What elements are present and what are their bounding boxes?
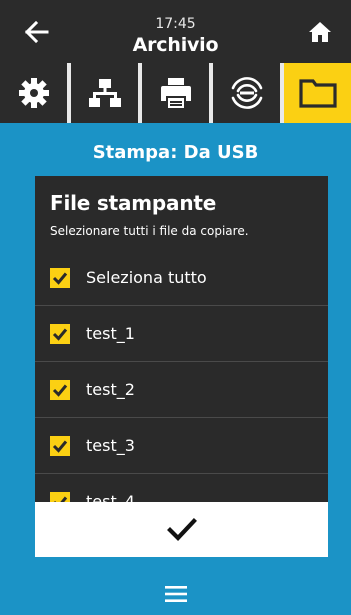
tab-wireless[interactable] (213, 63, 284, 123)
checkmark-icon (166, 517, 197, 541)
list-item-label: test_1 (86, 323, 135, 343)
home-icon (309, 22, 331, 42)
tab-settings[interactable] (0, 63, 71, 123)
tab-network[interactable] (71, 63, 142, 123)
list-item-file[interactable]: test_1 (35, 306, 328, 361)
home-button[interactable] (305, 17, 335, 47)
hamburger-menu-icon (164, 586, 187, 602)
tab-print[interactable] (142, 63, 213, 123)
tab-storage[interactable] (284, 63, 351, 123)
panel-title: File stampante (50, 191, 217, 215)
wireless-icon (231, 77, 262, 109)
tab-bar (0, 63, 351, 123)
checkbox-checked-icon[interactable] (50, 379, 70, 400)
checkbox-checked-icon[interactable] (50, 491, 70, 502)
gear-icon (18, 78, 49, 108)
screen: 17:45 Archivio Stampa: Da USB File stamp… (0, 0, 351, 615)
list-item-label: test_4 (86, 491, 135, 503)
list-item-label: Seleziona tutto (86, 267, 207, 287)
panel-subtitle: Selezionare tutti i file da copiare. (50, 224, 249, 238)
checkbox-checked-icon[interactable] (50, 323, 70, 344)
confirm-button[interactable] (35, 502, 328, 557)
list-item-file[interactable]: test_4 (35, 474, 328, 502)
page-title: Archivio (132, 34, 219, 56)
checkbox-checked-icon[interactable] (50, 435, 70, 456)
checkbox-checked-icon[interactable] (50, 267, 70, 288)
folder-icon (298, 79, 337, 108)
list-item-select-all[interactable]: Seleziona tutto (35, 250, 328, 305)
printer-icon (160, 78, 191, 108)
list-item-file[interactable]: test_2 (35, 362, 328, 417)
clock: 17:45 (155, 16, 196, 32)
network-icon (88, 79, 121, 107)
section-title: Stampa: Da USB (92, 142, 259, 163)
list-item-file[interactable]: test_3 (35, 418, 328, 473)
file-selection-panel: File stampante Selezionare tutti i file … (35, 176, 328, 502)
list-item-label: test_2 (86, 379, 135, 399)
menu-button[interactable] (0, 579, 351, 609)
top-bar: 17:45 Archivio (0, 0, 351, 63)
list-item-label: test_3 (86, 435, 135, 455)
